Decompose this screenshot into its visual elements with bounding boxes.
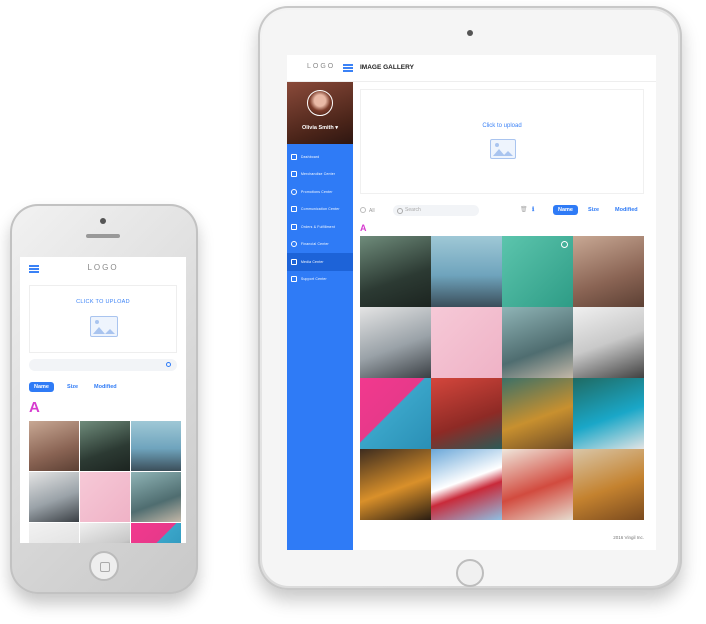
sidebar-item-label: Financial Center xyxy=(301,242,329,247)
media-icon xyxy=(291,258,297,265)
check-icon[interactable] xyxy=(561,241,568,248)
gallery-image-alarm-clock[interactable] xyxy=(502,449,573,520)
image-icon xyxy=(90,316,118,337)
page-title: IMAGE GALLERY xyxy=(360,64,414,71)
gallery-image-pocket-watch[interactable] xyxy=(131,472,181,522)
sidebar-item-label: Promotions Center xyxy=(301,189,333,194)
tablet-camera xyxy=(467,30,473,36)
gallery-image-blue-car[interactable] xyxy=(573,378,644,449)
gallery-image-orange-slices[interactable] xyxy=(360,449,431,520)
phone-home-button[interactable] xyxy=(89,551,119,581)
upload-label: CLICK TO UPLOAD xyxy=(76,299,130,305)
section-letter: A xyxy=(29,399,40,416)
gallery-image-strawberries[interactable] xyxy=(431,449,502,520)
sort-bar: Name Size Modified xyxy=(29,381,177,392)
gallery-image-woman-hat[interactable] xyxy=(431,236,502,307)
sort-modified-button[interactable]: Modified xyxy=(89,382,122,392)
sort-modified-button[interactable]: Modified xyxy=(610,205,643,215)
sort-name-button[interactable]: Name xyxy=(29,382,54,392)
gallery-image-woman-hat[interactable] xyxy=(131,421,181,471)
sidebar-item-financial-center[interactable]: Financial Center xyxy=(287,236,353,254)
phone-speaker xyxy=(86,234,120,238)
chevron-down-icon: ▾ xyxy=(335,125,339,131)
upload-label: Click to upload xyxy=(482,123,522,129)
gallery-image-pug-blanket[interactable] xyxy=(573,236,644,307)
section-letter: A xyxy=(360,223,367,233)
search-input[interactable] xyxy=(29,359,177,371)
image-grid xyxy=(29,421,181,543)
trash-icon[interactable]: 🗑 xyxy=(520,206,528,213)
logo: LOGO xyxy=(87,263,119,272)
sidebar-item-support-center[interactable]: Support Center xyxy=(287,271,353,289)
box-icon xyxy=(291,223,297,230)
gallery-image-burger[interactable] xyxy=(502,378,573,449)
footer-copyright: 2016 Vingil Inc. xyxy=(613,535,644,540)
sidebar-item-label: Merchandise Center xyxy=(301,172,336,177)
select-all-toggle[interactable]: All xyxy=(360,207,375,214)
logo: LOGO xyxy=(307,63,336,70)
user-name-label: Olivia Smith xyxy=(301,125,334,131)
gallery-image-pink-fabric[interactable] xyxy=(131,523,181,543)
sidebar-item-label: Orders & Fulfillment xyxy=(301,224,335,229)
image-grid xyxy=(360,236,644,520)
devices-mockup: LOGO IMAGE GALLERY Olivia Smith ▾ Dashbo… xyxy=(0,0,706,624)
sort-size-button[interactable]: Size xyxy=(62,382,83,392)
search-input[interactable]: Search xyxy=(393,205,479,216)
gallery-image-headphones-teal[interactable] xyxy=(502,236,573,307)
sidebar-item-promotions-center[interactable]: Promotions Center xyxy=(287,183,353,201)
upload-dropzone[interactable]: Click to upload xyxy=(360,89,644,194)
gallery-image-cookies[interactable] xyxy=(573,449,644,520)
gallery-image-headphones-pink[interactable] xyxy=(80,472,130,522)
gallery-image-headphones-white[interactable] xyxy=(29,523,79,543)
gallery-image-headphones-pink[interactable] xyxy=(431,307,502,378)
sidebar-item-label: Media Center xyxy=(301,259,324,264)
search-icon xyxy=(166,362,171,367)
dollar-icon xyxy=(291,241,297,248)
gallery-image-pug-blanket[interactable] xyxy=(29,421,79,471)
sidebar-item-communication-center[interactable]: Communication Center xyxy=(287,201,353,219)
info-icon[interactable]: ℹ xyxy=(532,206,534,213)
gallery-image-desk-monitor[interactable] xyxy=(360,307,431,378)
sidebar-item-orders-fulfillment[interactable]: Orders & Fulfillment xyxy=(287,218,353,236)
gallery-image-phone-photo[interactable] xyxy=(80,421,130,471)
sidebar-item-label: Support Center xyxy=(301,277,327,282)
gallery-image-phone-photo[interactable] xyxy=(360,236,431,307)
sort-size-button[interactable]: Size xyxy=(583,205,604,215)
gallery-image-mug-hands[interactable] xyxy=(431,378,502,449)
gallery-image-desk-monitor[interactable] xyxy=(29,472,79,522)
filter-bar: All Search 🗑 ℹ Name Size Modified xyxy=(360,204,644,218)
phone-screen: LOGO CLICK TO UPLOAD Name Size Modified … xyxy=(20,257,186,543)
menu-icon[interactable] xyxy=(343,64,353,72)
chat-icon xyxy=(291,206,297,213)
profile-card[interactable]: Olivia Smith ▾ xyxy=(287,82,353,144)
gallery-image-pink-fabric[interactable] xyxy=(360,378,431,449)
sidebar: Olivia Smith ▾ Dashboard Merchandise Cent… xyxy=(287,82,353,550)
grid-icon xyxy=(291,153,297,160)
phone-camera xyxy=(100,218,106,224)
sidebar-item-dashboard[interactable]: Dashboard xyxy=(287,148,353,166)
image-icon xyxy=(490,139,516,159)
sidebar-item-merchandise-center[interactable]: Merchandise Center xyxy=(287,166,353,184)
list-icon xyxy=(291,171,297,178)
gallery-image-pocket-watch[interactable] xyxy=(502,307,573,378)
tablet-screen: LOGO IMAGE GALLERY Olivia Smith ▾ Dashbo… xyxy=(287,55,656,550)
sidebar-nav: Dashboard Merchandise Center Promotions Ce… xyxy=(287,148,353,288)
sidebar-item-label: Communication Center xyxy=(301,207,340,212)
sort-name-button[interactable]: Name xyxy=(553,205,578,215)
gallery-image-camera[interactable] xyxy=(80,523,130,543)
user-name[interactable]: Olivia Smith ▾ xyxy=(287,125,353,131)
sidebar-item-label: Dashboard xyxy=(301,154,320,159)
top-bar: LOGO IMAGE GALLERY xyxy=(287,55,656,82)
gear-icon xyxy=(291,276,297,283)
tablet-home-button[interactable] xyxy=(456,559,484,587)
gallery-image-camera[interactable] xyxy=(573,307,644,378)
avatar xyxy=(307,90,333,116)
upload-dropzone[interactable]: CLICK TO UPLOAD xyxy=(29,285,177,353)
sidebar-item-media-center[interactable]: Media Center xyxy=(287,253,353,271)
megaphone-icon xyxy=(291,188,297,195)
